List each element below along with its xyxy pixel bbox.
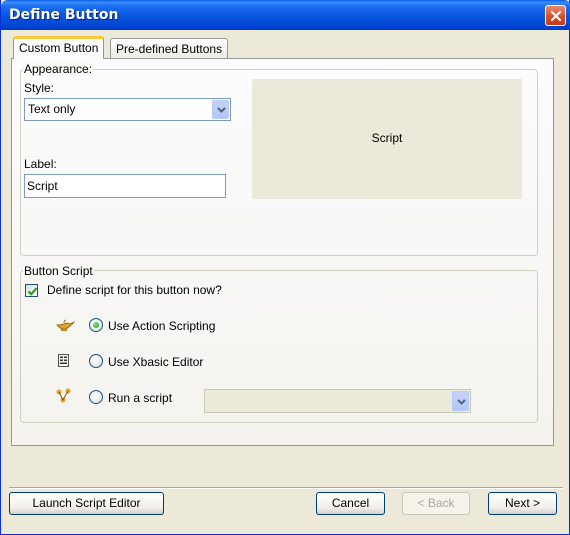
define-button-dialog: Define Button Custom Button Pre-defined … (0, 0, 570, 535)
appearance-legend: Appearance: (23, 62, 94, 76)
checkmark-icon (27, 287, 38, 296)
style-dropdown[interactable]: Text only (24, 98, 231, 121)
style-label: Style: (24, 81, 55, 95)
tab-custom-button[interactable]: Custom Button (13, 36, 105, 59)
button-preview: Script (252, 79, 522, 199)
radio-selected-dot (93, 322, 99, 328)
label-input[interactable] (24, 174, 226, 198)
script-tree-icon (56, 388, 71, 403)
run-script-dropdown[interactable] (204, 389, 471, 413)
button-script-legend: Button Script (23, 264, 94, 278)
cancel-button[interactable]: Cancel (316, 492, 385, 515)
next-button[interactable]: Next > (488, 492, 557, 515)
close-icon (550, 10, 562, 22)
close-button[interactable] (545, 5, 566, 26)
tab-predefined-buttons[interactable]: Pre-defined Buttons (110, 38, 229, 58)
footer-separator (9, 487, 563, 489)
option-xbasic-editor-label[interactable]: Use Xbasic Editor (108, 355, 203, 369)
chevron-down-icon (457, 399, 466, 405)
title-bar[interactable]: Define Button (1, 0, 570, 30)
style-dropdown-button[interactable] (212, 100, 229, 119)
genie-lamp-icon (56, 319, 75, 331)
code-editor-icon (58, 354, 69, 367)
radio-xbasic-editor[interactable] (89, 354, 103, 368)
define-now-label[interactable]: Define script for this button now? (47, 283, 222, 297)
preview-text: Script (371, 131, 403, 145)
radio-run-script[interactable] (89, 390, 103, 404)
back-button[interactable]: < Back (402, 492, 470, 515)
chevron-down-icon (217, 107, 226, 113)
style-value: Text only (28, 102, 76, 116)
define-now-checkbox[interactable] (25, 284, 38, 297)
label-input-field[interactable] (25, 175, 225, 197)
run-script-dropdown-button[interactable] (452, 391, 469, 411)
window-title: Define Button (9, 7, 119, 23)
label-caption: Label: (24, 157, 57, 171)
radio-action-scripting[interactable] (89, 318, 103, 332)
option-run-script-label[interactable]: Run a script (108, 391, 172, 405)
option-action-scripting-label[interactable]: Use Action Scripting (108, 319, 215, 333)
launch-script-editor-button[interactable]: Launch Script Editor (9, 492, 164, 515)
